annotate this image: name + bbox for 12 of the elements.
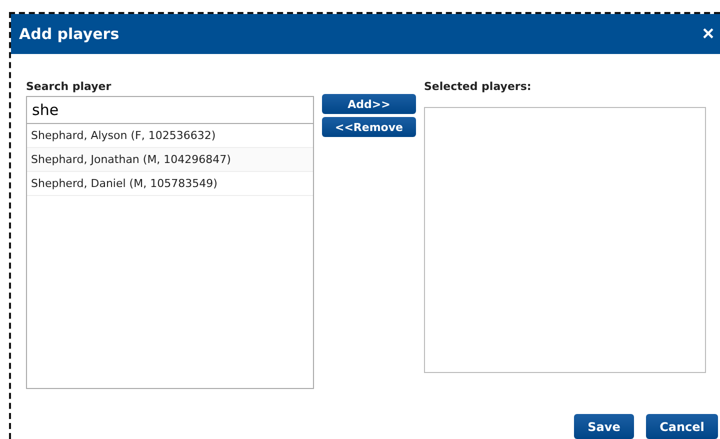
result-item[interactable]: Shephard, Jonathan (M, 104296847)	[27, 148, 313, 172]
save-button[interactable]: Save	[574, 414, 634, 439]
add-button[interactable]: Add>>	[322, 94, 416, 114]
remove-button[interactable]: <<Remove	[322, 117, 416, 137]
close-button[interactable]: ×	[702, 24, 714, 44]
dialog-title: Add players	[19, 25, 120, 43]
search-field[interactable]: she	[26, 96, 314, 124]
selected-label: Selected players:	[424, 80, 532, 93]
selected-list[interactable]	[424, 107, 706, 373]
search-label: Search player	[26, 80, 112, 93]
cancel-button[interactable]: Cancel	[646, 414, 718, 439]
result-item[interactable]: Shepherd, Daniel (M, 105783549)	[27, 172, 313, 196]
